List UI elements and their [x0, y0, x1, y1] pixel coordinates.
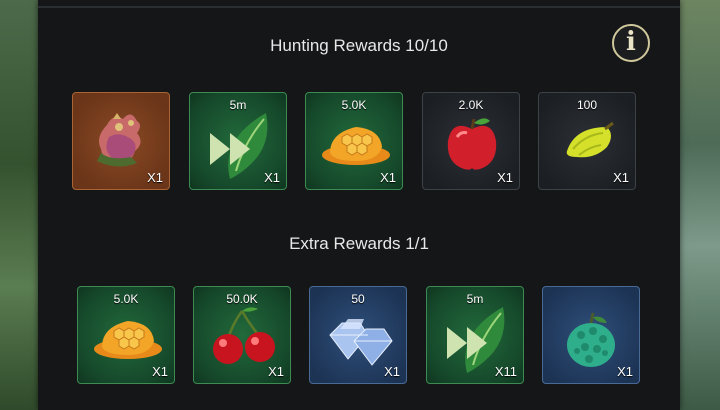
reward-item-diamonds[interactable]: 50 X1 [309, 286, 407, 384]
reward-item-starfruit[interactable]: 100 X1 [538, 92, 636, 190]
quantity-label: X1 [380, 170, 396, 185]
quantity-label: X1 [268, 364, 284, 379]
quantity-label: X11 [494, 364, 517, 379]
amount-label: 2.0K [458, 98, 484, 112]
reward-item-honeycomb[interactable]: 5.0K X1 [305, 92, 403, 190]
amount-label: 5.0K [341, 98, 367, 112]
reward-item-speedup[interactable]: 5m X11 [426, 286, 524, 384]
background-left [0, 0, 38, 410]
reward-item-cherries[interactable]: 50.0K X1 [193, 286, 291, 384]
hunting-rewards-title: Hunting Rewards 10/10 [270, 36, 448, 55]
quantity-label: X1 [613, 170, 629, 185]
amount-label: 50 [351, 292, 365, 306]
reward-item-speedup[interactable]: 5m X1 [189, 92, 287, 190]
amount-label: 5m [466, 292, 484, 306]
quantity-label: X1 [617, 364, 633, 379]
reward-item-meat[interactable]: X1 [72, 92, 170, 190]
quantity-label: X1 [384, 364, 400, 379]
quantity-label: X1 [152, 364, 168, 379]
amount-label: 100 [576, 98, 598, 112]
reward-item-custard-apple[interactable]: X1 [542, 286, 640, 384]
divider [38, 6, 680, 8]
amount-label: 5m [229, 98, 247, 112]
extra-rewards-title: Extra Rewards 1/1 [289, 234, 429, 253]
reward-item-honeycomb[interactable]: 5.0K X1 [77, 286, 175, 384]
extra-rewards-row: 5.0K X1 50.0K X1 50 X1 5m X11 X1 [38, 286, 680, 388]
amount-label: 50.0K [226, 292, 258, 306]
info-button[interactable]: i [612, 24, 650, 62]
background-right [680, 0, 720, 410]
quantity-label: X1 [264, 170, 280, 185]
reward-item-apple[interactable]: 2.0K X1 [422, 92, 520, 190]
quantity-label: X1 [497, 170, 513, 185]
hunting-rewards-row: X1 5m X1 5.0K X1 2.0K X1 100 X1 [38, 92, 680, 194]
rewards-panel: Hunting Rewards 10/10 i X1 5m X1 5.0K X1… [38, 0, 680, 410]
amount-label: 5.0K [113, 292, 139, 306]
quantity-label: X1 [147, 170, 163, 185]
